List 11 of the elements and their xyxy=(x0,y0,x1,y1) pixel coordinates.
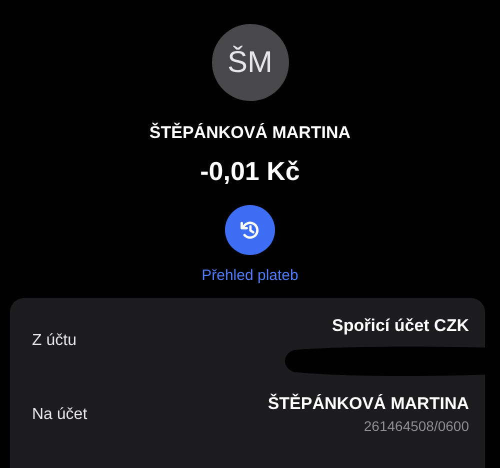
detail-value: Spořicí účet CZK xyxy=(332,316,469,336)
avatar: ŠM xyxy=(212,24,288,101)
history-button[interactable] xyxy=(225,205,275,255)
payee-name: ŠTĚPÁNKOVÁ MARTINA xyxy=(149,123,351,143)
amount: -0,01 Kč xyxy=(200,156,300,187)
detail-label: Z účtu xyxy=(32,332,76,350)
history-link[interactable]: Přehled plateb xyxy=(202,267,298,284)
account-number: 261464508/0600 xyxy=(364,418,469,434)
detail-value: ŠTĚPÁNKOVÁ MARTINA xyxy=(268,394,469,414)
history-icon xyxy=(239,219,261,241)
detail-label: Na účet xyxy=(32,406,88,424)
